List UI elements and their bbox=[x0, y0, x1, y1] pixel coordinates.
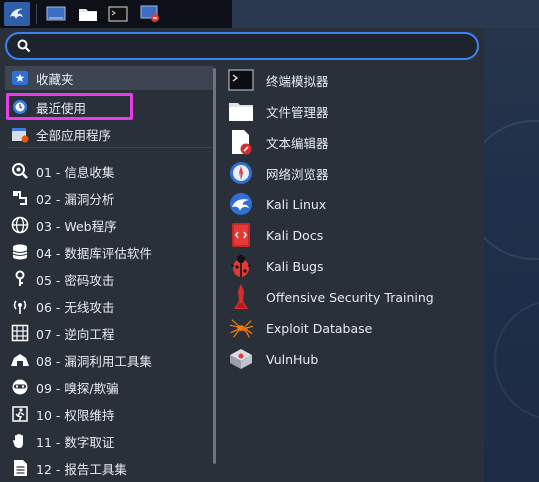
persistence-icon bbox=[10, 404, 30, 424]
vulnhub-icon bbox=[228, 346, 254, 372]
category-favorites[interactable]: 收藏夹 bbox=[5, 66, 213, 90]
category-04[interactable]: 04 - 数据库评估软件 bbox=[10, 240, 210, 264]
workspace-button[interactable] bbox=[44, 3, 68, 25]
hand-icon bbox=[10, 431, 30, 451]
sniff-icon bbox=[10, 377, 30, 397]
category-05[interactable]: 05 - 密码攻击 bbox=[10, 267, 210, 291]
wireless-icon bbox=[10, 296, 30, 316]
category-scrollbar[interactable] bbox=[213, 68, 216, 464]
app-offsec-training[interactable]: Offensive Security Training bbox=[228, 283, 478, 311]
app-file-manager[interactable]: 文件管理器 bbox=[228, 97, 478, 125]
exploit-icon bbox=[10, 350, 30, 370]
app-label: Kali Linux bbox=[266, 196, 327, 212]
app-label: 终端模拟器 bbox=[266, 73, 329, 89]
category-label: 10 - 权限维持 bbox=[36, 407, 115, 423]
key-icon bbox=[10, 269, 30, 289]
category-label: 收藏夹 bbox=[36, 71, 74, 87]
category-09[interactable]: 09 - 嗅探/欺骗 bbox=[10, 375, 210, 399]
file-manager-launcher[interactable] bbox=[76, 3, 100, 25]
app-label: 文本编辑器 bbox=[266, 135, 329, 151]
app-label: 网络浏览器 bbox=[266, 166, 329, 182]
exploitdb-icon bbox=[228, 315, 254, 341]
star-icon bbox=[10, 68, 30, 88]
category-11[interactable]: 11 - 数字取证 bbox=[10, 429, 210, 453]
reverse-icon bbox=[10, 323, 30, 343]
app-text-editor[interactable]: 文本编辑器 bbox=[228, 128, 478, 156]
category-label: 05 - 密码攻击 bbox=[36, 272, 115, 288]
separator bbox=[8, 147, 212, 148]
search-icon bbox=[17, 39, 31, 53]
category-10[interactable]: 10 - 权限维持 bbox=[10, 402, 210, 426]
app-label: Offensive Security Training bbox=[266, 289, 434, 305]
category-02[interactable]: 02 - 漏洞分析 bbox=[10, 186, 210, 210]
app-exploit-database[interactable]: Exploit Database bbox=[228, 314, 478, 342]
search-input[interactable] bbox=[39, 36, 469, 56]
folder-icon bbox=[79, 9, 97, 21]
kali-menu-button[interactable] bbox=[4, 2, 30, 26]
highlight-box bbox=[6, 93, 133, 120]
category-label: 03 - Web程序 bbox=[36, 218, 117, 234]
category-label: 全部应用程序 bbox=[36, 127, 112, 143]
desktop-wallpaper bbox=[484, 0, 539, 482]
browser-icon bbox=[228, 160, 254, 186]
category-label: 12 - 报告工具集 bbox=[36, 461, 127, 477]
terminal-icon bbox=[228, 67, 254, 93]
app-terminal[interactable]: 终端模拟器 bbox=[228, 66, 478, 94]
category-all-apps[interactable]: 全部应用程序 bbox=[10, 122, 210, 146]
top-panel bbox=[0, 0, 539, 28]
panel-empty-area bbox=[232, 0, 539, 28]
category-06[interactable]: 06 - 无线攻击 bbox=[10, 294, 210, 318]
offsec-icon bbox=[228, 284, 254, 310]
screen-recorder-launcher[interactable] bbox=[138, 3, 162, 25]
workspace-icon bbox=[46, 6, 66, 21]
category-label: 04 - 数据库评估软件 bbox=[36, 245, 152, 261]
search-box[interactable] bbox=[5, 32, 479, 60]
category-01[interactable]: 01 - 信息收集 bbox=[10, 159, 210, 183]
app-list: 终端模拟器 文件管理器 文本编辑器 网络浏览器 Kali Linux Kali … bbox=[224, 66, 484, 482]
app-label: 文件管理器 bbox=[266, 104, 329, 120]
report-icon bbox=[10, 458, 30, 478]
text-editor-icon bbox=[228, 129, 254, 155]
category-07[interactable]: 07 - 逆向工程 bbox=[10, 321, 210, 345]
kali-icon bbox=[228, 191, 254, 217]
category-label: 11 - 数字取证 bbox=[36, 434, 115, 450]
kali-docs-icon bbox=[228, 222, 254, 248]
app-vulnhub[interactable]: VulnHub bbox=[228, 345, 478, 373]
app-label: VulnHub bbox=[266, 351, 319, 367]
category-12[interactable]: 12 - 报告工具集 bbox=[10, 456, 210, 480]
terminal-launcher[interactable] bbox=[106, 3, 130, 25]
application-menu: 收藏夹 最近使用 全部应用程序 01 - 信息收集 02 - 漏洞分析 03 -… bbox=[0, 28, 484, 482]
folder-icon bbox=[228, 98, 254, 124]
category-08[interactable]: 08 - 漏洞利用工具集 bbox=[10, 348, 210, 372]
app-web-browser[interactable]: 网络浏览器 bbox=[228, 159, 478, 187]
app-kali-docs[interactable]: Kali Docs bbox=[228, 221, 478, 249]
category-list: 收藏夹 最近使用 全部应用程序 01 - 信息收集 02 - 漏洞分析 03 -… bbox=[0, 66, 214, 482]
category-label: 06 - 无线攻击 bbox=[36, 299, 115, 315]
category-label: 02 - 漏洞分析 bbox=[36, 191, 115, 207]
category-label: 08 - 漏洞利用工具集 bbox=[36, 353, 152, 369]
database-icon bbox=[10, 242, 30, 262]
app-kali-bugs[interactable]: Kali Bugs bbox=[228, 252, 478, 280]
category-03[interactable]: 03 - Web程序 bbox=[10, 213, 210, 237]
category-label: 01 - 信息收集 bbox=[36, 164, 115, 180]
app-label: Kali Bugs bbox=[266, 258, 324, 274]
app-label: Exploit Database bbox=[266, 320, 373, 336]
kali-bugs-icon bbox=[228, 253, 254, 279]
app-kali-linux[interactable]: Kali Linux bbox=[228, 190, 478, 218]
globe-icon bbox=[10, 215, 30, 235]
all-apps-icon bbox=[10, 124, 30, 144]
category-label: 09 - 嗅探/欺骗 bbox=[36, 380, 119, 396]
record-icon bbox=[140, 5, 159, 22]
vulnerability-icon bbox=[10, 188, 30, 208]
terminal-icon bbox=[108, 6, 128, 22]
magnifier-icon bbox=[10, 161, 30, 181]
kali-dragon-icon bbox=[10, 8, 23, 19]
app-label: Kali Docs bbox=[266, 227, 324, 243]
category-label: 07 - 逆向工程 bbox=[36, 326, 115, 342]
